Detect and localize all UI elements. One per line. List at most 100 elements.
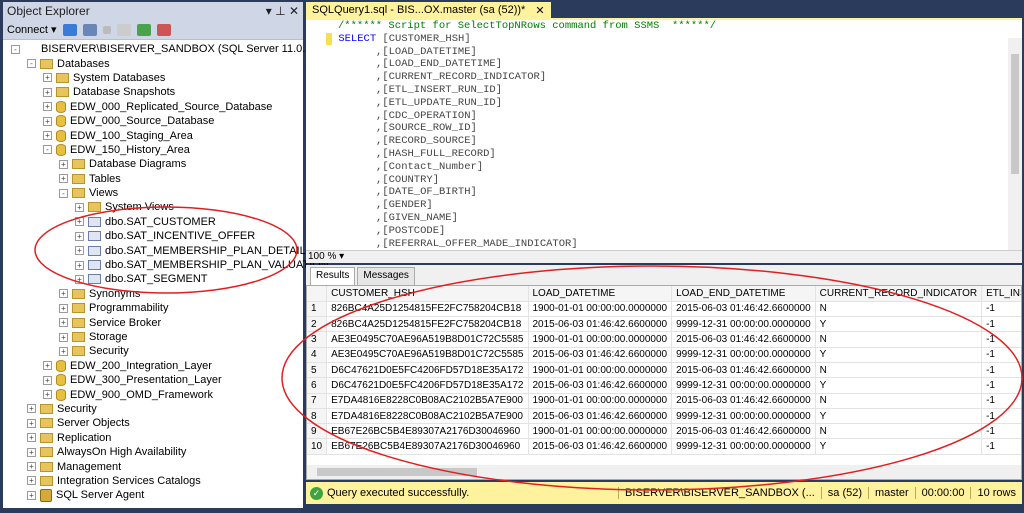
tree-node[interactable]: + Security xyxy=(3,344,303,358)
tree-node[interactable]: + dbo.SAT_MEMBERSHIP_PLAN_DETAIL xyxy=(3,243,306,257)
table-cell[interactable]: -1 xyxy=(981,362,1021,379)
table-cell[interactable]: E7DA4816E8228C0B08AC2102B5A7E900 xyxy=(326,393,529,409)
expand-icon[interactable]: + xyxy=(27,447,36,457)
expand-icon[interactable]: + xyxy=(43,375,52,385)
table-cell[interactable]: 2015-06-03 01:46:42.6600000 xyxy=(528,347,673,363)
activity-monitor-icon[interactable] xyxy=(156,23,171,36)
tree-node[interactable]: + Management xyxy=(3,459,303,473)
tree-node[interactable]: + System Databases xyxy=(3,71,303,85)
expand-icon[interactable]: + xyxy=(59,318,68,328)
expand-icon[interactable]: + xyxy=(59,303,68,313)
table-cell[interactable]: -1 xyxy=(981,316,1021,333)
table-cell[interactable]: Y xyxy=(815,316,983,333)
table-cell[interactable]: 2015-06-03 01:46:42.6600000 xyxy=(528,316,673,333)
zoom-level-selector[interactable]: 100 % ▾ xyxy=(306,250,1022,263)
table-cell[interactable]: -1 xyxy=(981,423,1021,440)
tab-messages[interactable]: Messages xyxy=(357,267,415,285)
expand-icon[interactable]: + xyxy=(59,346,68,356)
tree-node[interactable]: + dbo.SAT_MEMBERSHIP_PLAN_VALUATION xyxy=(3,258,329,272)
tree-node[interactable]: - EDW_150_History_Area xyxy=(3,143,303,157)
table-cell[interactable]: Y xyxy=(815,377,983,394)
table-cell[interactable]: 2015-06-03 01:46:42.6600000 xyxy=(528,377,673,394)
table-cell[interactable]: 9999-12-31 00:00:00.0000000 xyxy=(671,347,816,363)
zoom-level[interactable]: 100 % xyxy=(308,251,336,262)
table-cell[interactable]: E7DA4816E8228C0B08AC2102B5A7E900 xyxy=(326,408,529,425)
expand-icon[interactable]: + xyxy=(75,217,84,227)
table-cell[interactable]: N xyxy=(815,393,983,409)
expand-icon[interactable]: + xyxy=(75,260,84,270)
table-cell[interactable]: 9999-12-31 00:00:00.0000000 xyxy=(671,408,816,425)
expand-icon[interactable]: + xyxy=(43,361,52,371)
tree-node[interactable]: + dbo.SAT_INCENTIVE_OFFER xyxy=(3,229,303,243)
sql-editor[interactable]: /****** Script for SelectTopNRows comman… xyxy=(306,18,1022,250)
expand-icon[interactable]: + xyxy=(75,246,84,256)
table-cell[interactable]: -1 xyxy=(981,347,1021,363)
table-cell[interactable]: 1900-01-01 00:00:00.0000000 xyxy=(528,362,673,379)
row-number[interactable]: 2 xyxy=(307,316,328,333)
expand-icon[interactable]: + xyxy=(75,274,84,284)
refresh-icon[interactable] xyxy=(136,23,151,36)
table-cell[interactable]: 2015-06-03 01:46:42.6600000 xyxy=(528,408,673,425)
tree-node[interactable]: + EDW_100_Staging_Area xyxy=(3,128,303,142)
table-row[interactable]: 9 EB67E26BC5B4E89307A2176D30046960 1900-01… xyxy=(307,423,1021,440)
row-number[interactable]: 9 xyxy=(307,423,328,440)
collapse-icon[interactable]: - xyxy=(59,188,68,198)
table-cell[interactable]: -1 xyxy=(981,377,1021,394)
tree-node[interactable]: + System Views xyxy=(3,200,303,214)
expand-icon[interactable]: + xyxy=(75,231,84,241)
collapse-icon[interactable]: - xyxy=(43,145,52,155)
close-icon[interactable]: ✕ xyxy=(535,4,544,17)
grid-horizontal-scrollbar[interactable] xyxy=(307,465,1021,479)
table-cell[interactable]: N xyxy=(815,423,983,440)
table-cell[interactable]: 1900-01-01 00:00:00.0000000 xyxy=(528,423,673,440)
collapse-icon[interactable]: - xyxy=(27,59,36,69)
table-cell[interactable]: N xyxy=(815,331,983,348)
panel-window-controls[interactable]: ▾ ⊥ ✕ xyxy=(266,4,299,18)
table-cell[interactable]: Y xyxy=(815,408,983,425)
column-header[interactable]: LOAD_END_DATETIME xyxy=(671,286,816,302)
row-number[interactable]: 8 xyxy=(307,408,328,425)
table-cell[interactable]: 2015-06-03 01:46:42.6600000 xyxy=(671,393,816,409)
table-row[interactable]: 6 D6C47621D0E5FC4206FD57D18E35A172 2015-06… xyxy=(307,377,1021,394)
table-row[interactable]: 1 826BC4A25D1254815FE2FC758204CB18 1900-01… xyxy=(307,301,1021,318)
tree-node[interactable]: - Views xyxy=(3,186,303,200)
table-cell[interactable]: -1 xyxy=(981,438,1021,455)
tab-results[interactable]: Results xyxy=(310,267,356,285)
expand-icon[interactable]: + xyxy=(59,174,68,184)
table-row[interactable]: 10 EB67E26BC5B4E89307A2176D30046960 2015-0… xyxy=(307,438,1021,455)
table-row[interactable]: 5 D6C47621D0E5FC4206FD57D18E35A172 1900-01… xyxy=(307,362,1021,379)
table-row[interactable]: 7 E7DA4816E8228C0B08AC2102B5A7E900 1900-01… xyxy=(307,393,1021,409)
table-cell[interactable]: EB67E26BC5B4E89307A2176D30046960 xyxy=(326,423,529,440)
row-number[interactable]: 3 xyxy=(307,331,328,348)
tree-node[interactable]: - Databases xyxy=(3,56,303,70)
table-cell[interactable]: 1900-01-01 00:00:00.0000000 xyxy=(528,301,673,318)
row-number[interactable]: 7 xyxy=(307,393,328,409)
table-cell[interactable]: Y xyxy=(815,438,983,455)
table-cell[interactable]: D6C47621D0E5FC4206FD57D18E35A172 xyxy=(326,362,529,379)
tree-node[interactable]: + Database Diagrams xyxy=(3,157,303,171)
expand-icon[interactable]: + xyxy=(43,116,52,126)
tree-node[interactable]: + Server Objects xyxy=(3,416,303,430)
table-cell[interactable]: 9999-12-31 00:00:00.0000000 xyxy=(671,438,816,455)
table-cell[interactable]: 2015-06-03 01:46:42.6600000 xyxy=(671,331,816,348)
column-header[interactable]: CUSTOMER_HSH xyxy=(326,286,529,302)
table-cell[interactable]: 2015-06-03 01:46:42.6600000 xyxy=(671,423,816,440)
row-number[interactable]: 10 xyxy=(307,438,328,455)
tree-node[interactable]: + EDW_900_OMD_Framework xyxy=(3,387,303,401)
table-cell[interactable]: N xyxy=(815,301,983,318)
tree-node[interactable]: + Storage xyxy=(3,330,303,344)
tree-node[interactable]: + Security xyxy=(3,402,303,416)
tree-node[interactable]: + SQL Server Agent xyxy=(3,488,303,502)
table-cell[interactable]: 2015-06-03 01:46:42.6600000 xyxy=(528,438,673,455)
expand-icon[interactable]: + xyxy=(27,490,36,500)
expand-icon[interactable]: + xyxy=(43,131,52,141)
tree-node[interactable]: + Integration Services Catalogs xyxy=(3,474,303,488)
table-row[interactable]: 2 826BC4A25D1254815FE2FC758204CB18 2015-06… xyxy=(307,316,1021,333)
table-row[interactable]: 8 E7DA4816E8228C0B08AC2102B5A7E900 2015-06… xyxy=(307,408,1021,425)
expand-icon[interactable]: + xyxy=(59,332,68,342)
tree-node[interactable]: + dbo.SAT_SEGMENT xyxy=(3,272,303,286)
table-cell[interactable]: N xyxy=(815,362,983,379)
expand-icon[interactable]: + xyxy=(43,390,52,400)
table-cell[interactable]: D6C47621D0E5FC4206FD57D18E35A172 xyxy=(326,377,529,394)
table-cell[interactable]: EB67E26BC5B4E89307A2176D30046960 xyxy=(326,438,529,455)
